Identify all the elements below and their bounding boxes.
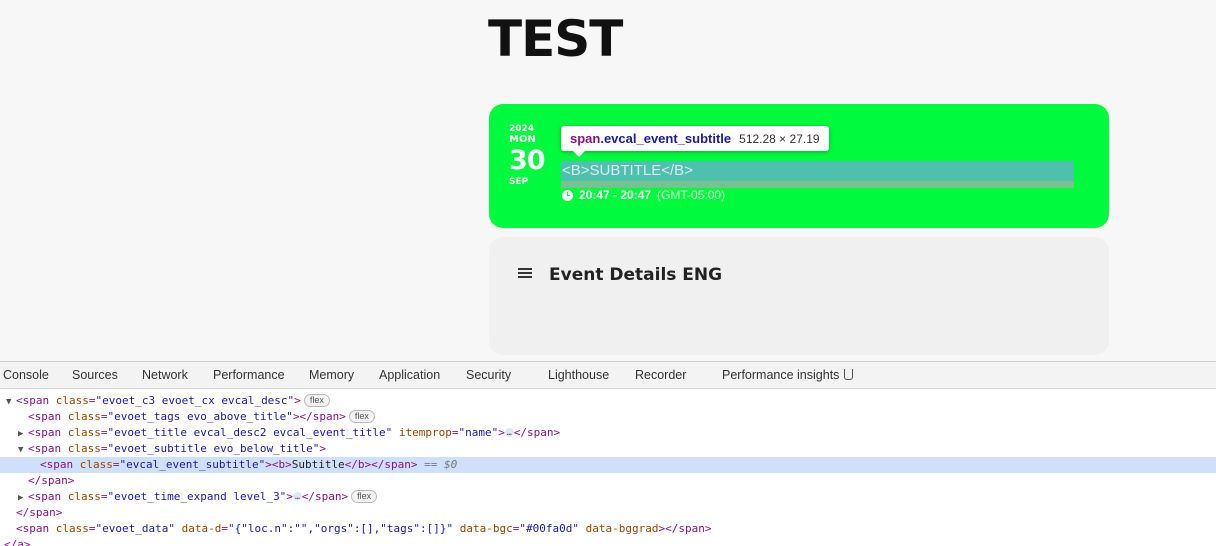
tab-memory[interactable]: Memory xyxy=(309,368,354,382)
dom-node-line[interactable]: ▼ <span class="evoet_c3 evoet_cx evcal_de… xyxy=(0,393,1216,409)
tab-performance-insights[interactable]: Performance insights xyxy=(722,368,854,382)
tab-sources[interactable]: Sources xyxy=(72,368,118,382)
tab-security[interactable]: Security xyxy=(466,368,511,382)
tab-performance[interactable]: Performance xyxy=(213,368,285,382)
tab-application[interactable]: Application xyxy=(379,368,440,382)
event-time: 20:47 - 20:47 xyxy=(579,188,652,202)
event-details-card[interactable]: Event Details ENG xyxy=(489,237,1109,355)
expand-triangle-icon[interactable]: ▶ xyxy=(18,490,28,506)
dom-node-line[interactable]: ▶ <span class="evoet_title evcal_desc2 ev… xyxy=(0,425,1216,441)
collapse-triangle-icon[interactable]: ▼ xyxy=(18,442,28,458)
flex-badge[interactable]: flex xyxy=(351,490,378,503)
devtools-panel: Console Sources Network Performance Memo… xyxy=(0,361,1216,546)
tooltip-tag: span xyxy=(570,131,601,146)
collapse-triangle-icon[interactable]: ▼ xyxy=(6,394,16,410)
flex-badge[interactable]: flex xyxy=(303,394,330,407)
event-subtitle: <B>SUBTITLE</B> xyxy=(562,162,693,179)
flask-icon xyxy=(844,369,854,380)
tab-network[interactable]: Network xyxy=(142,368,188,382)
ellipsis-button[interactable]: … xyxy=(292,492,302,501)
event-day: 30 xyxy=(509,145,546,176)
page-title: TEST xyxy=(488,10,623,68)
ellipsis-button[interactable]: … xyxy=(504,428,514,437)
dom-node-line[interactable]: ▼ <span class="evoet_subtitle evo_below_t… xyxy=(0,441,1216,457)
inspect-padding-overlay xyxy=(561,181,1074,188)
dom-node-line[interactable]: ▶ <span class="evoet_time_expand level_3"… xyxy=(0,489,1216,505)
tab-console[interactable]: Console xyxy=(3,368,49,382)
dom-node-line[interactable]: </span> xyxy=(0,505,1216,521)
page: TEST 2024 MON 30 SEP <B>SUBTITLE</B> 20:… xyxy=(0,0,1216,546)
dom-node-line-selected[interactable]: <span class="evcal_event_subtitle"><b>Su… xyxy=(0,457,1216,473)
inspect-tooltip: span.evcal_event_subtitle 512.28 × 27.19 xyxy=(561,126,829,157)
tab-recorder[interactable]: Recorder xyxy=(635,368,686,382)
clock-icon xyxy=(562,189,573,201)
event-timezone: (GMT-05:00) xyxy=(657,188,726,202)
event-time-row: 20:47 - 20:47 (GMT-05:00) xyxy=(562,188,725,202)
event-month: SEP xyxy=(509,177,529,187)
event-year: 2024 xyxy=(509,124,535,134)
event-card[interactable]: 2024 MON 30 SEP <B>SUBTITLE</B> 20:47 - … xyxy=(489,104,1109,228)
devtools-tabbar: Console Sources Network Performance Memo… xyxy=(0,362,1216,389)
dom-node-line[interactable]: <span class="evoet_tags evo_above_title"… xyxy=(0,409,1216,425)
tooltip-class: .evcal_event_subtitle xyxy=(600,131,732,146)
tab-lighthouse[interactable]: Lighthouse xyxy=(548,368,609,382)
dom-node-line[interactable]: <span class="evoet_data" data-d="{"loc.n… xyxy=(0,521,1216,537)
list-lines-icon xyxy=(518,268,532,282)
flex-badge[interactable]: flex xyxy=(348,410,375,423)
event-details-title: Event Details ENG xyxy=(549,265,723,285)
tooltip-size: 512.28 × 27.19 xyxy=(739,132,820,146)
dom-node-line[interactable]: </a> xyxy=(0,537,1216,546)
expand-triangle-icon[interactable]: ▶ xyxy=(18,426,28,442)
dom-node-line[interactable]: </span> xyxy=(0,473,1216,489)
tab-performance-insights-label: Performance insights xyxy=(722,368,840,382)
event-date: 2024 MON 30 SEP xyxy=(509,124,546,188)
